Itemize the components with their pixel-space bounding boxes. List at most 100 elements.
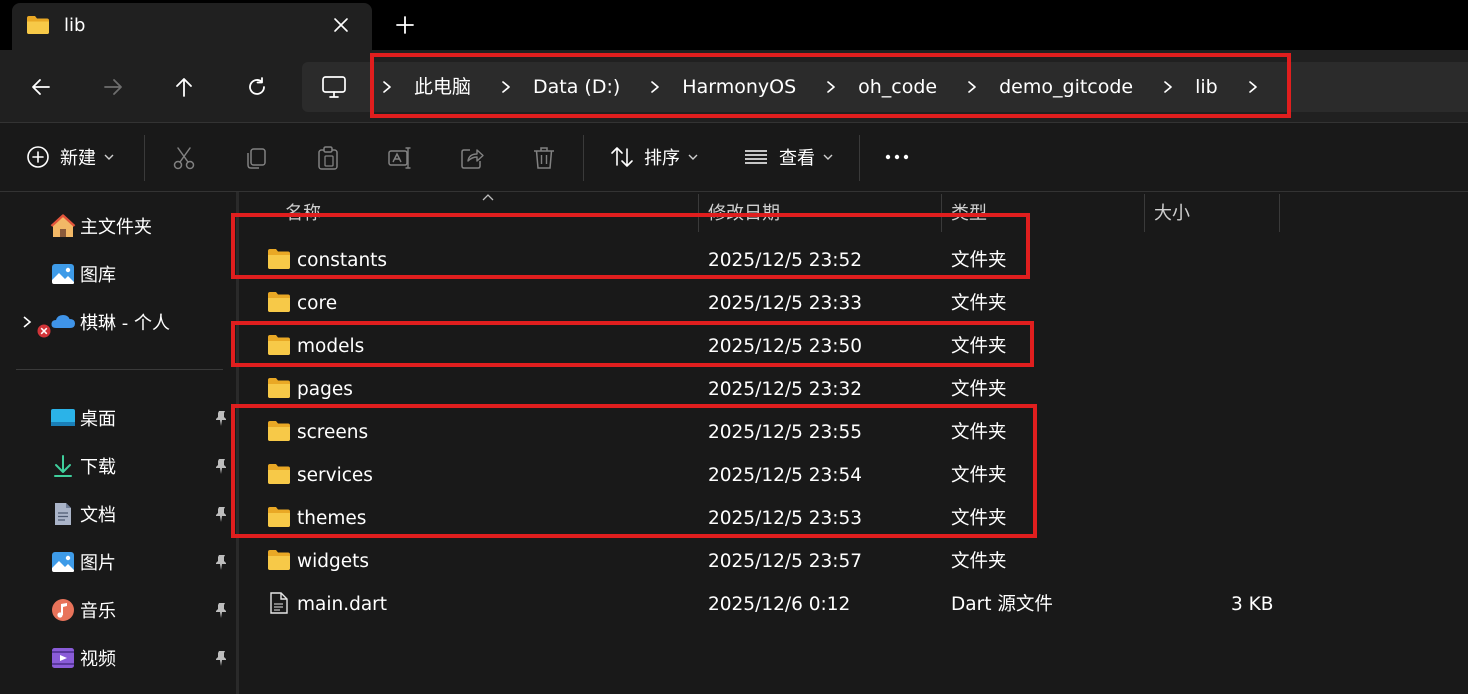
breadcrumb-item[interactable]: demo_gitcode	[985, 62, 1155, 112]
chevron-right-icon[interactable]	[493, 62, 519, 112]
more-options-button[interactable]	[884, 141, 912, 173]
pin-icon[interactable]	[212, 649, 230, 667]
chevron-right-icon[interactable]	[20, 315, 34, 329]
breadcrumb-item[interactable]: lib	[1181, 62, 1240, 112]
folder-icon	[268, 464, 290, 484]
delete-icon[interactable]	[531, 145, 557, 171]
back-button[interactable]	[24, 70, 58, 104]
pin-icon[interactable]	[212, 553, 230, 571]
column-separator[interactable]	[941, 194, 942, 232]
sidebar-item-documents[interactable]: 文档	[0, 494, 236, 534]
arrow-right-icon	[104, 79, 122, 95]
forward-button[interactable]	[96, 70, 130, 104]
sort-icon	[611, 147, 633, 167]
computer-icon[interactable]	[320, 74, 348, 100]
tab-lib[interactable]: lib	[12, 3, 372, 50]
file-date: 2025/12/5 23:57	[708, 551, 863, 572]
refresh-button[interactable]	[240, 70, 274, 104]
rename-icon[interactable]	[387, 145, 413, 171]
sort-label: 排序	[644, 148, 680, 169]
file-row[interactable]: core 2025/12/5 23:33 文件夹	[239, 282, 1468, 325]
column-separator[interactable]	[1144, 194, 1145, 232]
sidebar-item-desktop[interactable]: 桌面	[0, 398, 236, 438]
column-separator[interactable]	[1279, 194, 1280, 232]
toolbar-separator	[583, 135, 584, 181]
sidebar-item-label: 视频	[80, 649, 116, 670]
pin-icon[interactable]	[212, 505, 230, 523]
sidebar-item-music[interactable]: 音乐	[0, 590, 236, 630]
chevron-right-icon[interactable]	[959, 62, 985, 112]
file-row[interactable]: pages 2025/12/5 23:32 文件夹	[239, 368, 1468, 411]
cut-icon[interactable]	[171, 145, 197, 171]
file-row[interactable]: widgets 2025/12/5 23:57 文件夹	[239, 540, 1468, 583]
folder-icon	[268, 507, 290, 527]
close-icon[interactable]	[330, 14, 352, 36]
paste-icon[interactable]	[315, 145, 341, 171]
more-icon	[885, 154, 909, 160]
file-name: widgets	[297, 551, 370, 572]
column-separator[interactable]	[698, 194, 699, 232]
sidebar-item-label: 主文件夹	[80, 217, 152, 238]
copy-icon[interactable]	[243, 145, 269, 171]
view-button[interactable]: 查看	[743, 141, 833, 173]
up-button[interactable]	[167, 70, 201, 104]
sidebar-item-label: 下载	[80, 457, 116, 478]
file-name: main.dart	[297, 594, 388, 615]
chevron-down-icon	[104, 154, 114, 160]
breadcrumb-item[interactable]: Data (D:)	[519, 62, 642, 112]
breadcrumb-item[interactable]: oh_code	[844, 62, 959, 112]
pictures-icon	[52, 552, 74, 572]
sidebar-item-label: 音乐	[80, 601, 116, 622]
file-row[interactable]: main.dart 2025/12/6 0:12 Dart 源文件 3 KB	[239, 583, 1468, 626]
address-bar[interactable]: 此电脑 Data (D:) HarmonyOS oh_code demo_gitcode…	[302, 62, 1468, 112]
pin-icon[interactable]	[212, 457, 230, 475]
toolbar-separator	[144, 135, 145, 181]
pin-icon[interactable]	[212, 601, 230, 619]
file-row[interactable]: screens 2025/12/5 23:55 文件夹	[239, 411, 1468, 454]
view-label: 查看	[779, 148, 815, 169]
toolbar-separator	[859, 135, 860, 181]
file-name: services	[297, 465, 373, 486]
sidebar-item-videos[interactable]: 视频	[0, 638, 236, 678]
sort-ascending-icon	[482, 194, 494, 201]
new-button[interactable]: 新建	[26, 141, 114, 173]
tab-strip: lib	[0, 0, 1468, 50]
column-header-type[interactable]: 类型	[951, 192, 987, 234]
file-row[interactable]: themes 2025/12/5 23:53 文件夹	[239, 497, 1468, 540]
folder-icon	[27, 16, 49, 34]
sidebar-item-downloads[interactable]: 下载	[0, 446, 236, 486]
video-icon	[52, 648, 74, 668]
folder-icon	[268, 550, 290, 570]
column-header-size[interactable]: 大小	[1154, 192, 1190, 234]
column-header-date[interactable]: 修改日期	[708, 192, 780, 234]
pin-icon[interactable]	[212, 409, 230, 427]
navigation-bar: 此电脑 Data (D:) HarmonyOS oh_code demo_gitcode…	[0, 50, 1468, 122]
sort-button[interactable]: 排序	[610, 141, 698, 173]
file-row[interactable]: constants 2025/12/5 23:52 文件夹	[239, 239, 1468, 282]
breadcrumb-item[interactable]: 此电脑	[400, 62, 493, 112]
file-date: 2025/12/5 23:50	[708, 336, 863, 357]
file-type: 文件夹	[951, 508, 1007, 529]
folder-icon	[268, 378, 290, 398]
file-type: 文件夹	[951, 293, 1007, 314]
file-type: 文件夹	[951, 336, 1007, 357]
file-date: 2025/12/5 23:33	[708, 293, 863, 314]
new-label: 新建	[60, 148, 96, 169]
sidebar-item-home[interactable]: 主文件夹	[0, 206, 236, 246]
file-row[interactable]: models 2025/12/5 23:50 文件夹	[239, 325, 1468, 368]
chevron-right-icon[interactable]	[374, 62, 400, 112]
share-icon[interactable]	[459, 145, 485, 171]
column-header-name[interactable]: 名称	[285, 192, 321, 234]
breadcrumb-item[interactable]: HarmonyOS	[668, 62, 818, 112]
new-tab-icon[interactable]	[394, 14, 416, 36]
chevron-right-icon[interactable]	[1155, 62, 1181, 112]
file-row[interactable]: services 2025/12/5 23:54 文件夹	[239, 454, 1468, 497]
chevron-right-icon[interactable]	[642, 62, 668, 112]
sidebar-item-onedrive[interactable]: 棋琳 - 个人	[0, 302, 236, 342]
sidebar-item-pictures[interactable]: 图片	[0, 542, 236, 582]
file-date: 2025/12/5 23:32	[708, 379, 863, 400]
chevron-right-icon[interactable]	[1240, 62, 1266, 112]
chevron-right-icon[interactable]	[818, 62, 844, 112]
sidebar-item-gallery[interactable]: 图库	[0, 254, 236, 294]
gallery-icon	[52, 264, 74, 284]
